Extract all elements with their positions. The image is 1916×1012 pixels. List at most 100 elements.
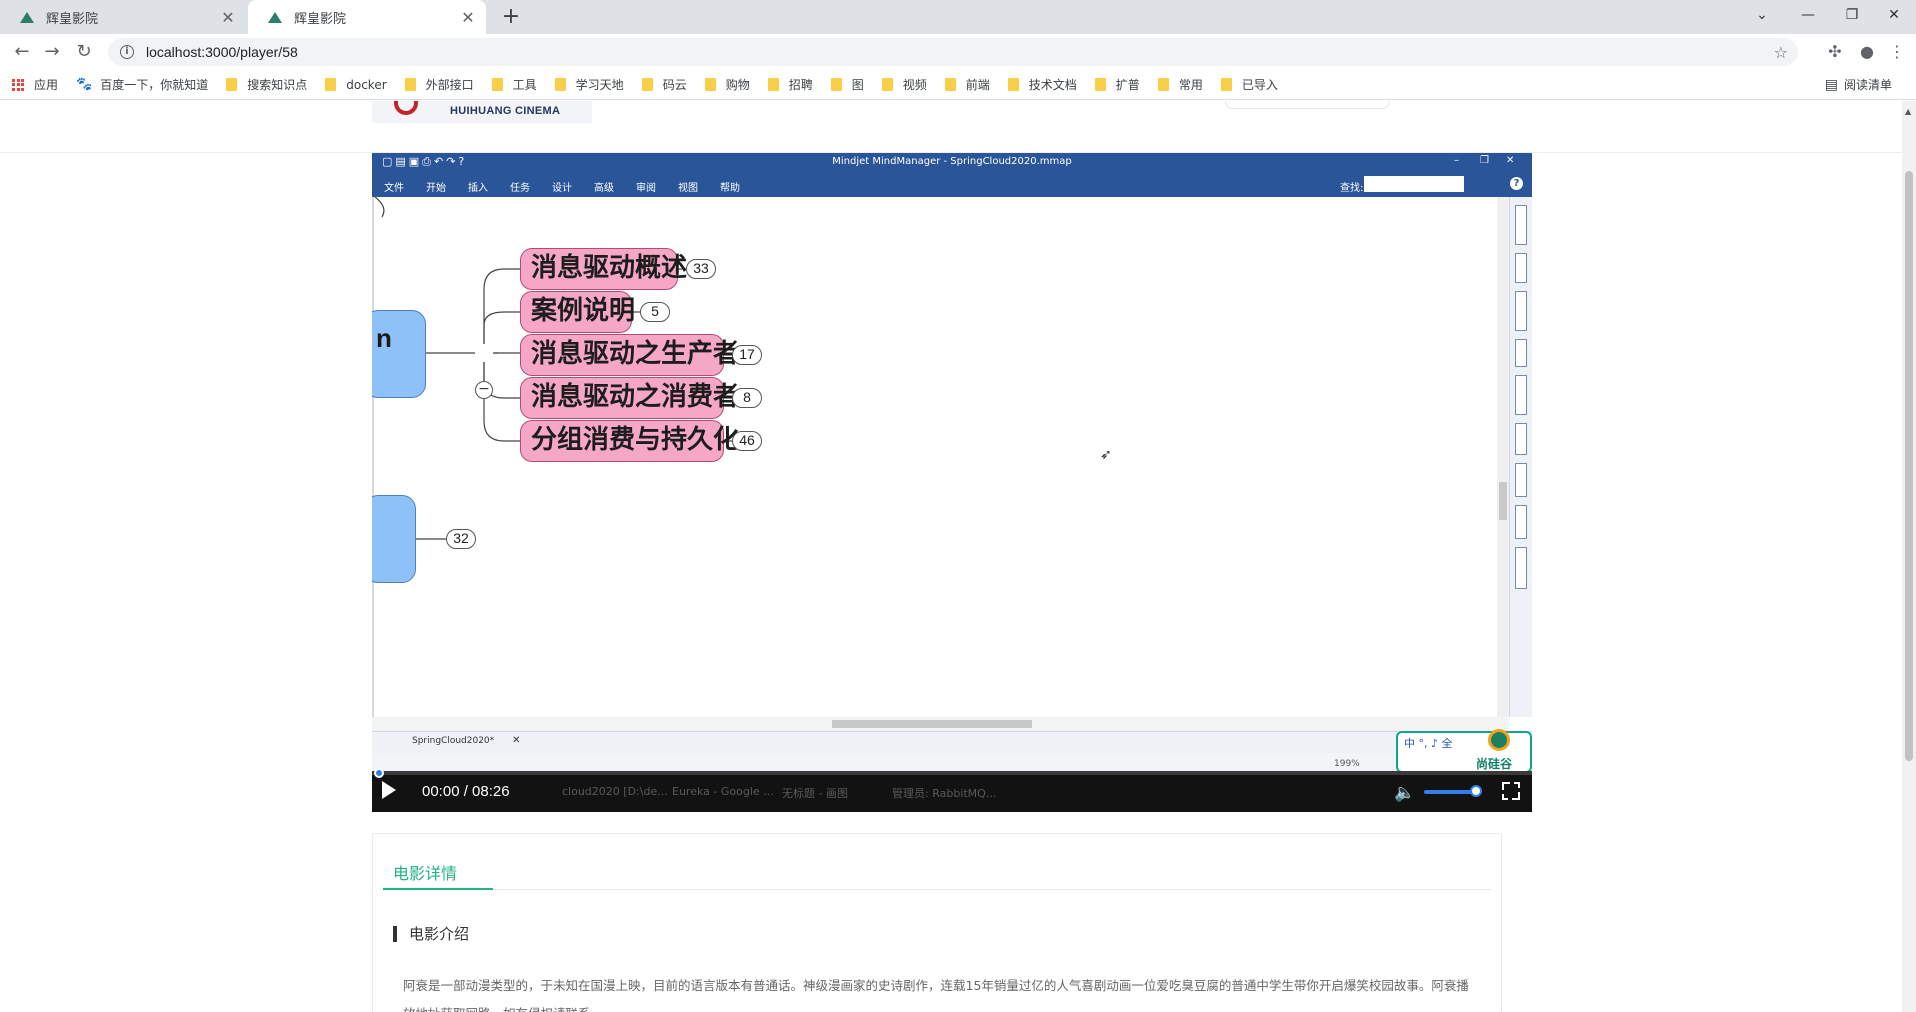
scroll-up-arrow-icon[interactable]: ▲ xyxy=(1905,107,1911,116)
bookmark-folder[interactable]: 扩普 xyxy=(1094,76,1140,93)
folder-icon xyxy=(491,78,503,91)
minimize-icon[interactable]: — xyxy=(1786,0,1830,30)
bookmark-folder[interactable]: 常用 xyxy=(1157,76,1203,93)
faded-taskbar-item: cloud2020 [D:\de... xyxy=(562,785,668,798)
close-icon[interactable]: ✕ xyxy=(216,8,240,27)
fullscreen-icon[interactable] xyxy=(1502,782,1520,800)
address-bar[interactable]: i localhost:3000/player/58 ☆ xyxy=(108,38,1798,66)
volume-icon[interactable]: 🔈 xyxy=(1394,783,1415,803)
logo-mark-icon xyxy=(394,101,418,115)
mindmap-vertical-scrollbar xyxy=(1497,197,1509,717)
bookmark-label: 常用 xyxy=(1178,78,1203,92)
menu-dots-icon[interactable]: ⋮ xyxy=(1886,42,1908,61)
bookmark-folder[interactable]: 码云 xyxy=(641,76,687,93)
browser-tab-1[interactable]: 辉皇影院 ✕ xyxy=(0,0,246,34)
topic-node: 消息驱动之消费者 xyxy=(520,377,739,419)
restore-icon[interactable]: ❐ xyxy=(1830,0,1874,30)
mm-menu-item: 文件 xyxy=(384,183,404,194)
faded-taskbar-item: Eureka - Google ... xyxy=(672,785,774,798)
mm-minimize-icon: – xyxy=(1454,155,1459,166)
intro-heading: 电影介绍 xyxy=(393,926,469,942)
bookmark-label: 前端 xyxy=(965,78,990,92)
bookmark-folder[interactable]: 购物 xyxy=(704,76,750,93)
topic-node: 消息驱动之生产者 xyxy=(520,334,739,376)
mindmanager-window-title: Mindjet MindManager - SpringCloud2020.mm… xyxy=(832,156,1072,167)
bookmark-folder[interactable]: 图 xyxy=(830,76,864,93)
extensions-icon[interactable]: ✣ xyxy=(1824,42,1846,61)
window-close-icon[interactable]: ✕ xyxy=(1872,0,1916,30)
bookmark-folder[interactable]: 视频 xyxy=(881,76,927,93)
site-logo[interactable]: HUIHUANG CINEMA xyxy=(372,101,592,123)
play-icon[interactable] xyxy=(382,781,396,799)
profile-avatar-icon[interactable]: ● xyxy=(1856,42,1878,61)
bookmark-folder[interactable]: 前端 xyxy=(944,76,990,93)
page-scrollbar-thumb[interactable] xyxy=(1905,171,1913,761)
tab-title: 辉皇影院 xyxy=(294,11,347,27)
volume-slider-handle[interactable] xyxy=(1470,785,1482,797)
browser-tab-2[interactable]: 辉皇影院 ✕ xyxy=(248,0,486,34)
folder-icon xyxy=(1007,78,1019,91)
mm-menu-item: 审阅 xyxy=(636,183,656,194)
bookmark-folder[interactable]: 招聘 xyxy=(767,76,813,93)
bookmark-label: 搜索知识点 xyxy=(247,78,308,92)
progress-handle[interactable] xyxy=(374,768,384,778)
zoom-level: 199% xyxy=(1334,759,1360,769)
topic-count-badge: 8 xyxy=(732,388,762,408)
bookmark-folder[interactable]: 搜索知识点 xyxy=(226,76,307,93)
active-tab-underline xyxy=(383,888,493,890)
reading-list-button[interactable]: ▤ 阅读清单 xyxy=(1825,76,1892,93)
bookmark-label: 码云 xyxy=(662,78,687,92)
tab-title: 辉皇影院 xyxy=(46,11,99,27)
topic-count-badge: 32 xyxy=(446,529,476,549)
new-tab-button[interactable]: + xyxy=(498,4,524,30)
folder-icon xyxy=(226,78,238,91)
reading-list-icon: ▤ xyxy=(1824,76,1838,93)
bookmark-baidu[interactable]: 🐾 百度一下，你就知道 xyxy=(76,76,208,93)
folder-icon xyxy=(1157,78,1169,91)
topic-count-badge: 5 xyxy=(640,302,670,322)
folder-icon xyxy=(404,78,416,91)
folder-icon xyxy=(944,78,956,91)
folder-icon xyxy=(767,78,779,91)
watermark-badge: 中 °, ♪ 全 尚硅谷 xyxy=(1396,729,1532,773)
side-panel-tab xyxy=(1515,463,1527,497)
side-panel-tab xyxy=(1515,375,1527,415)
bookmark-folder[interactable]: 外部接口 xyxy=(404,76,474,93)
bookmark-folder[interactable]: 学习天地 xyxy=(554,76,624,93)
bookmark-label: docker xyxy=(346,77,387,92)
playback-time: 00:00 / 08:26 xyxy=(422,783,510,800)
mindmanager-document-tabs: SpringCloud2020* ✕ xyxy=(372,731,1532,753)
bookmark-folder[interactable]: 工具 xyxy=(491,76,537,93)
tab-search-icon[interactable]: ⌄ xyxy=(1740,0,1784,30)
url-text[interactable]: localhost:3000/player/58 xyxy=(146,44,298,60)
brand-logo-icon xyxy=(1488,729,1510,751)
bookmark-star-icon[interactable]: ☆ xyxy=(1774,43,1788,62)
topic-node: 案例说明 xyxy=(520,291,635,333)
topic-node: 分组消费与持久化 xyxy=(520,420,739,462)
document-tab-close-icon: ✕ xyxy=(512,735,521,746)
mm-menu-item: 帮助 xyxy=(720,183,740,194)
mm-close-icon: ✕ xyxy=(1506,155,1515,166)
sibling-topic-node xyxy=(372,495,416,583)
forward-icon[interactable]: → xyxy=(40,40,64,64)
mm-menu-item: 视图 xyxy=(678,183,698,194)
back-icon[interactable]: ← xyxy=(10,40,34,64)
bookmark-apps[interactable]: 应用 xyxy=(12,76,58,93)
bookmark-label: 学习天地 xyxy=(575,78,624,92)
tab-movie-detail[interactable]: 电影详情 xyxy=(393,860,457,884)
mouse-cursor-icon: ➶ xyxy=(1100,447,1112,463)
mm-menu-item: 开始 xyxy=(426,183,446,194)
info-icon[interactable]: i xyxy=(120,45,134,59)
document-tab: SpringCloud2020* ✕ xyxy=(412,735,521,746)
page-scrollbar[interactable]: ▲ xyxy=(1902,101,1916,1012)
bookmark-folder[interactable]: docker xyxy=(325,77,387,92)
video-player[interactable]: ▢▤▣⎙↶↷? Mindjet MindManager - SpringClou… xyxy=(372,153,1532,812)
close-icon[interactable]: ✕ xyxy=(456,8,480,27)
side-panel-tab xyxy=(1515,205,1527,245)
bookmark-folder[interactable]: 技术文档 xyxy=(1007,76,1077,93)
document-tab-label: SpringCloud2020* xyxy=(412,735,495,746)
bookmark-label: 工具 xyxy=(512,78,537,92)
bookmark-folder[interactable]: 已导入 xyxy=(1220,76,1278,93)
progress-bar[interactable] xyxy=(372,768,1532,778)
reload-icon[interactable]: ↻ xyxy=(72,40,96,64)
